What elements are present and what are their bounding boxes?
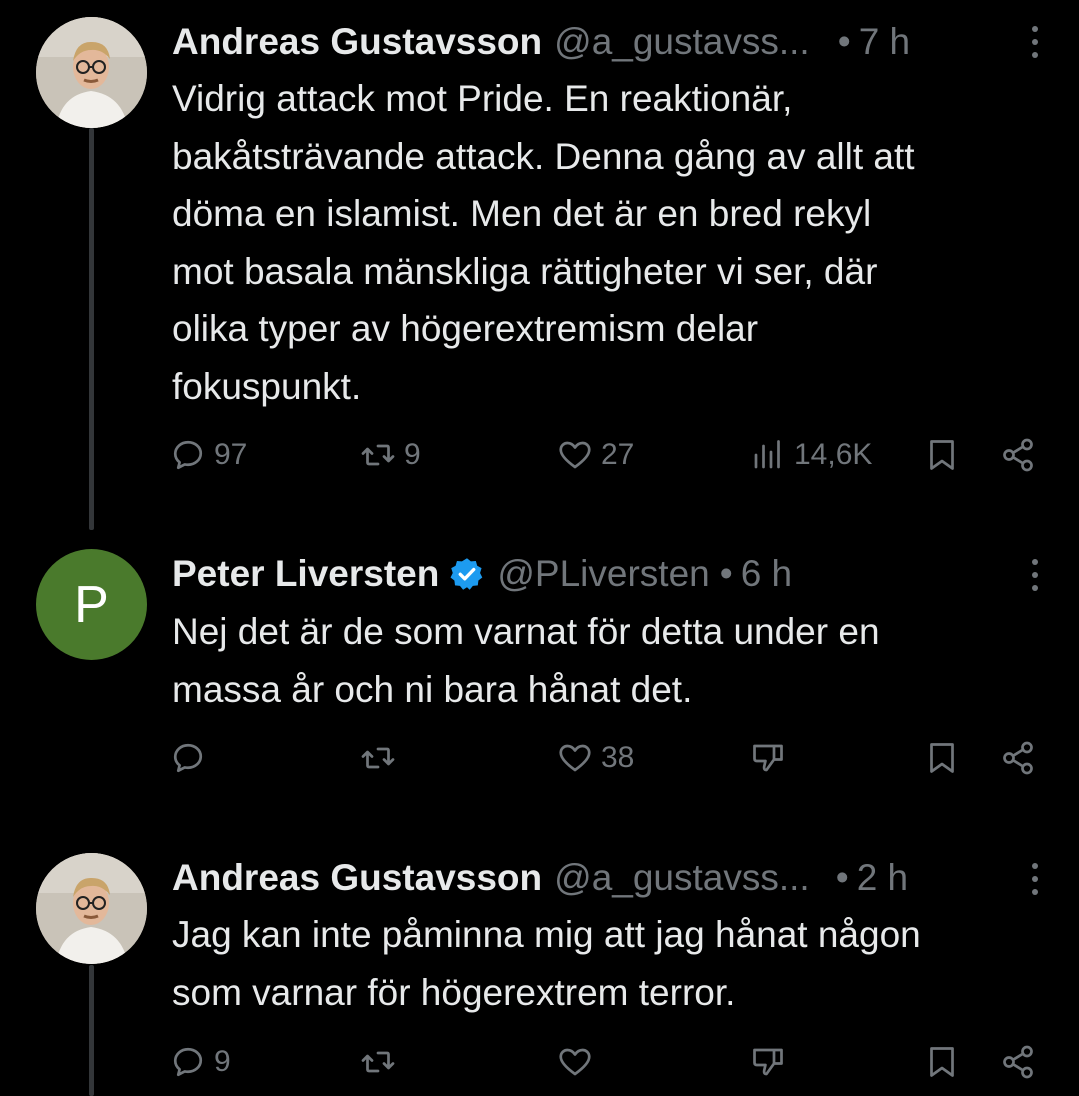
separator-dot: • (719, 553, 733, 594)
dislike-button[interactable] (750, 1044, 786, 1080)
heart-icon (559, 1048, 591, 1076)
like-button[interactable]: 27 (557, 437, 634, 473)
tweet-header: Andreas Gustavsson @a_gustavss... • 2 h (172, 856, 1049, 900)
like-count: 27 (601, 438, 635, 471)
author-handle[interactable]: @PLiversten (497, 553, 709, 595)
action-bar: 97 9 27 14,6K (0, 437, 1079, 487)
bookmark-icon (930, 1047, 954, 1077)
dislike-button[interactable] (750, 740, 786, 776)
timestamp[interactable]: 2 h (857, 857, 908, 899)
share-button[interactable] (1000, 740, 1036, 776)
avatar[interactable] (36, 17, 147, 128)
tweet-text: Jag kan inte påminna mig att jag hånat n… (172, 914, 921, 1013)
verified-badge-icon (450, 558, 483, 590)
heart-icon (559, 441, 591, 469)
reply-icon (173, 1047, 203, 1077)
more-options-icon[interactable] (1027, 22, 1043, 62)
avatar[interactable] (36, 853, 147, 964)
share-icon (1003, 1045, 1033, 1079)
reply-button[interactable]: 97 (170, 437, 247, 473)
person-photo-avatar-icon (36, 17, 147, 128)
like-count: 38 (601, 741, 635, 774)
thumbs-down-icon (753, 744, 783, 772)
author-name[interactable]: Andreas Gustavsson (172, 857, 542, 899)
separator-dot: • (837, 21, 851, 62)
reply-button[interactable] (170, 740, 214, 776)
retweet-button[interactable] (360, 740, 404, 776)
views-button[interactable]: 14,6K (750, 437, 872, 473)
tweet-header: Andreas Gustavsson @a_gustavss... • 7 h (172, 20, 1049, 64)
share-icon (1003, 438, 1033, 472)
tweet-text: Vidrig attack mot Pride. En reaktionär, … (172, 78, 915, 407)
reply-icon (173, 743, 203, 773)
thumbs-down-icon (753, 1048, 783, 1076)
tweet-text: Nej det är de som varnat för detta under… (172, 611, 880, 710)
bookmark-button[interactable] (924, 1044, 960, 1080)
like-button[interactable] (557, 1044, 601, 1080)
like-button[interactable]: 38 (557, 740, 634, 776)
timestamp[interactable]: 7 h (859, 21, 910, 63)
share-icon (1003, 741, 1033, 775)
heart-icon (559, 744, 591, 772)
tweet-header: Peter Liversten @PLiversten • 6 h (172, 552, 1049, 596)
share-button[interactable] (1000, 1044, 1036, 1080)
bookmark-icon (930, 743, 954, 773)
more-options-icon[interactable] (1027, 555, 1043, 595)
view-count: 14,6K (794, 438, 873, 471)
reply-count: 97 (214, 438, 248, 471)
bookmark-icon (930, 440, 954, 470)
retweet-icon (361, 444, 395, 466)
timestamp[interactable]: 6 h (741, 553, 792, 595)
reply-icon (173, 440, 203, 470)
author-handle[interactable]: @a_gustavss... (554, 21, 810, 63)
person-photo-avatar-icon (36, 853, 147, 964)
bookmark-button[interactable] (924, 740, 960, 776)
views-chart-icon (754, 440, 780, 469)
share-button[interactable] (1000, 437, 1036, 473)
more-options-icon[interactable] (1027, 859, 1043, 899)
retweet-button[interactable]: 9 (360, 437, 421, 473)
author-name[interactable]: Peter Liversten (172, 553, 439, 595)
reply-button[interactable]: 9 (170, 1044, 231, 1080)
separator-dot: • (835, 857, 849, 898)
retweet-count: 9 (404, 438, 421, 471)
action-bar: 9 (0, 1044, 1079, 1094)
retweet-icon (361, 747, 395, 769)
retweet-button[interactable] (360, 1044, 404, 1080)
action-bar: 38 (0, 740, 1079, 790)
retweet-icon (361, 1051, 395, 1073)
reply-count: 9 (214, 1045, 231, 1078)
avatar-letter: P (74, 575, 109, 634)
author-handle[interactable]: @a_gustavss... (554, 857, 810, 899)
author-name[interactable]: Andreas Gustavsson (172, 21, 542, 63)
bookmark-button[interactable] (924, 437, 960, 473)
avatar[interactable]: P (36, 549, 147, 660)
